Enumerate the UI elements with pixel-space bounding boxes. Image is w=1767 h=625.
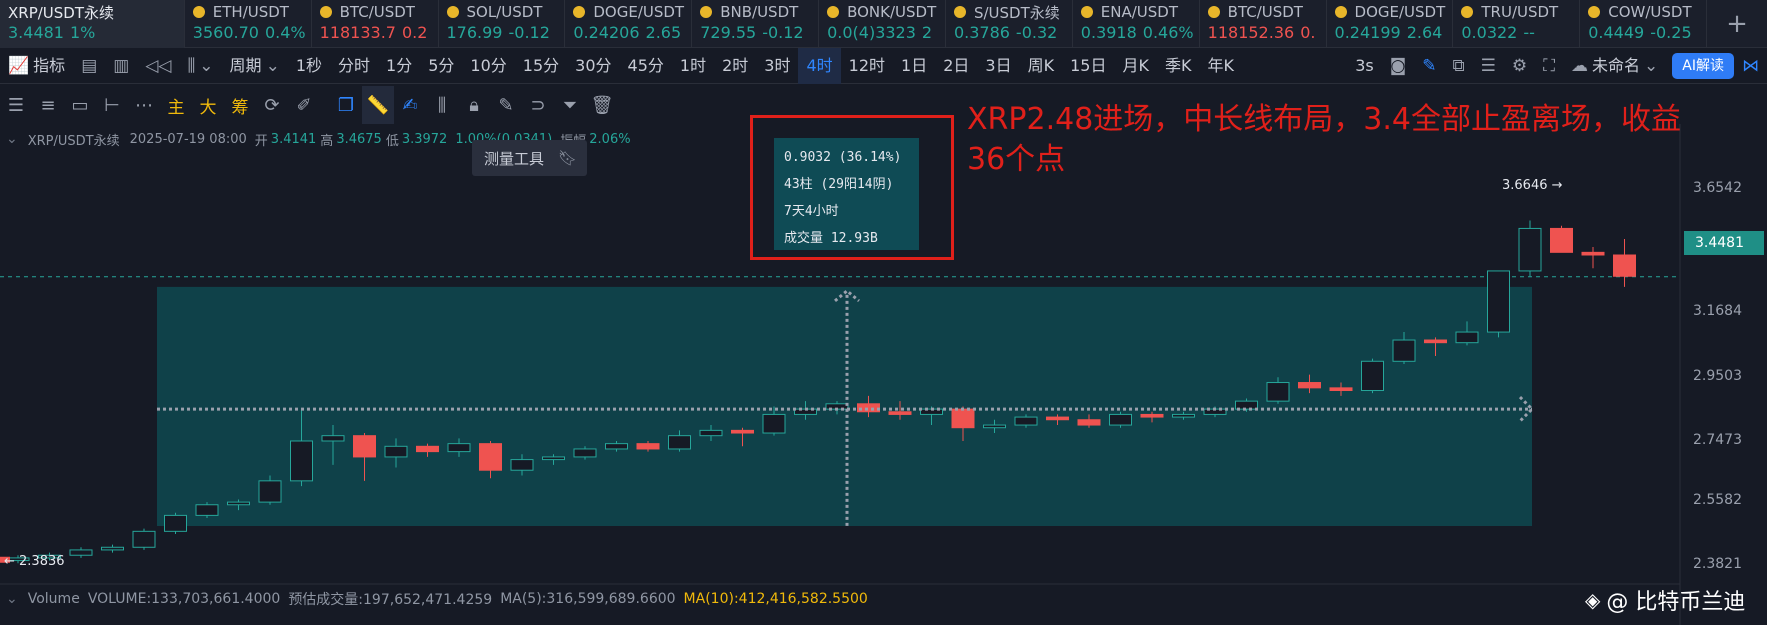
candle-up bbox=[542, 456, 565, 461]
candle-up bbox=[605, 443, 628, 450]
price-axis-label: 3.6542 bbox=[1693, 180, 1742, 196]
candle-up bbox=[1392, 339, 1416, 362]
price-chart[interactable] bbox=[0, 0, 1767, 625]
price-axis-label: 2.5582 bbox=[1693, 492, 1742, 508]
candle-up bbox=[227, 501, 250, 506]
low-value: 3.3972 bbox=[401, 131, 448, 147]
candle-down bbox=[1581, 251, 1605, 256]
candle-up bbox=[447, 443, 471, 453]
highlight-frame bbox=[750, 115, 954, 260]
high-marker: 3.6646 → bbox=[1502, 178, 1563, 193]
candle-down bbox=[951, 408, 975, 429]
open-value: 3.4141 bbox=[270, 131, 317, 147]
candle-up bbox=[510, 459, 534, 471]
candle-up bbox=[101, 546, 124, 551]
candle-up bbox=[1266, 382, 1290, 402]
candle-up bbox=[1361, 360, 1384, 392]
candle-down bbox=[1550, 227, 1573, 253]
trade-annotation: XRP2.48进场，中长线布局，3.4全部止盈离场，收益 36个点 bbox=[967, 102, 1681, 177]
price-axis-label: 3.1684 bbox=[1693, 303, 1742, 319]
volume-value: VOLUME:133,703,661.4000 bbox=[87, 591, 281, 607]
current-price-label: 3.4481 bbox=[1684, 231, 1764, 255]
candle-up bbox=[1014, 416, 1038, 426]
candle-up bbox=[132, 530, 156, 548]
ma10-value: MA(10):412,416,582.5500 bbox=[683, 591, 868, 607]
candle-down bbox=[1329, 387, 1353, 392]
candle-up bbox=[983, 424, 1006, 429]
ma5-value: MA(5):316,599,689.6600 bbox=[500, 591, 676, 607]
candle-up bbox=[164, 514, 187, 532]
watermark: ◈ @ 比特币兰迪 bbox=[1585, 588, 1746, 615]
measure-tool-tooltip: 测量工具 🔖︎ bbox=[472, 140, 587, 176]
candle-down bbox=[416, 445, 439, 453]
candle-down bbox=[731, 429, 754, 434]
candle-up bbox=[69, 549, 93, 556]
datetime-label: 2025-07-19 08:00 bbox=[129, 131, 247, 147]
price-axis-label: 2.3821 bbox=[1693, 556, 1742, 572]
bookmark-icon[interactable]: 🔖︎ bbox=[558, 149, 577, 167]
candle-down bbox=[1424, 339, 1447, 344]
candle-up bbox=[1455, 331, 1479, 344]
candle-down bbox=[1046, 416, 1069, 421]
candle-up bbox=[195, 504, 219, 516]
candle-down bbox=[353, 435, 376, 458]
candle-down bbox=[1298, 382, 1321, 389]
candle-up bbox=[573, 448, 597, 458]
candle-up bbox=[1518, 227, 1542, 272]
price-axis-label: 2.7473 bbox=[1693, 432, 1742, 448]
candle-up bbox=[699, 429, 723, 437]
binance-logo-icon: ◈ bbox=[1585, 588, 1601, 612]
candle-down bbox=[479, 443, 502, 471]
candle-up bbox=[384, 445, 408, 458]
collapse-icon[interactable]: ⌄ bbox=[6, 131, 18, 147]
low-marker: ← 2.3836 bbox=[4, 554, 65, 569]
price-axis-label: 2.9503 bbox=[1693, 368, 1742, 384]
high-value: 3.4675 bbox=[336, 131, 382, 147]
candle-down bbox=[888, 411, 912, 415]
candle-down bbox=[1077, 419, 1101, 426]
candle-up bbox=[290, 440, 313, 482]
candle-up bbox=[321, 435, 345, 442]
candle-down bbox=[1140, 413, 1164, 418]
candle-up bbox=[1487, 270, 1510, 333]
est-volume: 预估成交量:197,652,471.4259 bbox=[288, 592, 493, 608]
candle-up bbox=[668, 435, 691, 450]
symbol-label: XRP/USDT永续 bbox=[27, 133, 120, 149]
amplitude-value: 2.06% bbox=[589, 131, 631, 147]
candle-up bbox=[258, 480, 282, 503]
collapse-icon[interactable]: ⌄ bbox=[6, 591, 18, 607]
candle-up bbox=[762, 413, 786, 434]
tooltip-label: 测量工具 bbox=[484, 149, 545, 168]
candle-down bbox=[1613, 254, 1636, 277]
candle-up bbox=[1109, 413, 1132, 426]
volume-info-line: ⌄ Volume VOLUME:133,703,661.4000 预估成交量:1… bbox=[6, 591, 868, 608]
candle-down bbox=[636, 443, 660, 450]
candle-up bbox=[1172, 413, 1195, 418]
